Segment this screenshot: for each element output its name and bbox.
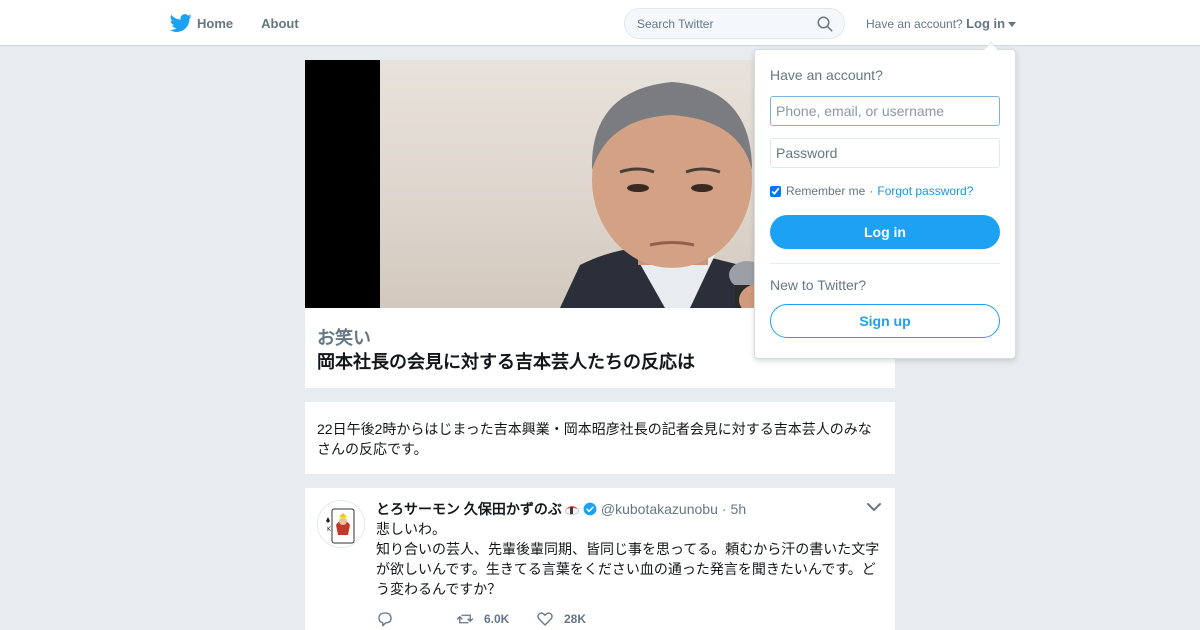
moment-title: 岡本社長の会見に対する吉本芸人たちの反応は bbox=[317, 352, 695, 372]
search-icon[interactable] bbox=[816, 15, 834, 33]
nav-about-link[interactable]: About bbox=[261, 16, 299, 31]
verified-badge-icon bbox=[583, 502, 597, 516]
heart-icon bbox=[537, 612, 553, 626]
search-box bbox=[624, 8, 845, 39]
forgot-password-link[interactable]: Forgot password? bbox=[877, 184, 973, 198]
like-button[interactable]: 28K bbox=[536, 610, 586, 628]
tweet-text-line: 悲しいわ。 bbox=[376, 521, 446, 537]
nav-left: Home About bbox=[170, 0, 299, 46]
twitter-bird-icon bbox=[170, 14, 192, 32]
password-field[interactable] bbox=[770, 138, 1000, 168]
tweet-card[interactable]: K とろサーモン 久保田かずのぶ @kubotakazunobu · 5h 悲し… bbox=[305, 488, 895, 630]
tweet-action-bar: 6.0K 28K bbox=[376, 609, 586, 629]
caret-down-icon bbox=[1008, 22, 1017, 28]
nav-home-link[interactable]: Home bbox=[170, 12, 233, 34]
login-dropdown: Have an account? Remember me · Forgot pa… bbox=[754, 42, 1016, 359]
search-input[interactable] bbox=[625, 9, 810, 38]
login-toggle-label: Log in bbox=[966, 16, 1006, 31]
remember-me-row: Remember me · Forgot password? bbox=[770, 184, 973, 198]
playing-card-avatar-image: K bbox=[318, 501, 364, 547]
login-button[interactable]: Log in bbox=[770, 215, 1000, 249]
login-dropdown-toggle[interactable]: Log in bbox=[966, 16, 1017, 31]
reply-button[interactable] bbox=[376, 610, 456, 628]
account-prompt: Have an account? Log in bbox=[866, 16, 1017, 31]
moment-description-card: 22日午後2時からはじまった吉本興業・岡本昭彦社長の記者会見に対する吉本芸人のみ… bbox=[305, 402, 895, 474]
tweet-text: 悲しいわ。 知り合いの芸人、先輩後輩同期、皆同じ事を思ってる。頼むから汗の書いた… bbox=[376, 519, 886, 599]
reply-icon bbox=[378, 612, 392, 627]
avatar[interactable]: K bbox=[317, 500, 365, 548]
account-prompt-text: Have an account? bbox=[866, 17, 963, 31]
top-nav-bar: Home About Have an account? Log in bbox=[0, 0, 1200, 46]
retweet-icon bbox=[456, 614, 474, 624]
chevron-down-icon[interactable] bbox=[867, 502, 881, 512]
sushi-emoji-icon bbox=[564, 506, 580, 515]
nav-home-label: Home bbox=[197, 15, 234, 31]
like-count: 28K bbox=[564, 612, 587, 626]
moment-category: お笑い bbox=[317, 328, 371, 348]
retweet-button[interactable]: 6.0K bbox=[456, 610, 536, 628]
tweet-display-name[interactable]: とろサーモン 久保田かずのぶ bbox=[376, 499, 562, 519]
tweet-timestamp[interactable]: 5h bbox=[731, 501, 747, 517]
tweet-header: とろサーモン 久保田かずのぶ @kubotakazunobu · 5h bbox=[376, 499, 746, 519]
dropdown-divider bbox=[770, 263, 1000, 264]
retweet-count: 6.0K bbox=[484, 612, 510, 626]
remember-separator: · bbox=[869, 184, 874, 198]
username-field[interactable] bbox=[770, 96, 1000, 126]
tweet-handle[interactable]: @kubotakazunobu bbox=[601, 501, 718, 517]
login-dropdown-heading: Have an account? bbox=[770, 67, 883, 83]
remember-me-label: Remember me bbox=[786, 184, 866, 198]
tweet-text-line: 知り合いの芸人、先輩後輩同期、皆同じ事を思ってる。頼むから汗の書いた文字が欲しい… bbox=[376, 541, 880, 597]
signup-button[interactable]: Sign up bbox=[770, 304, 1000, 338]
new-to-twitter-text: New to Twitter? bbox=[770, 277, 867, 293]
tweet-separator: · bbox=[721, 501, 727, 517]
remember-me-checkbox[interactable] bbox=[770, 185, 781, 197]
